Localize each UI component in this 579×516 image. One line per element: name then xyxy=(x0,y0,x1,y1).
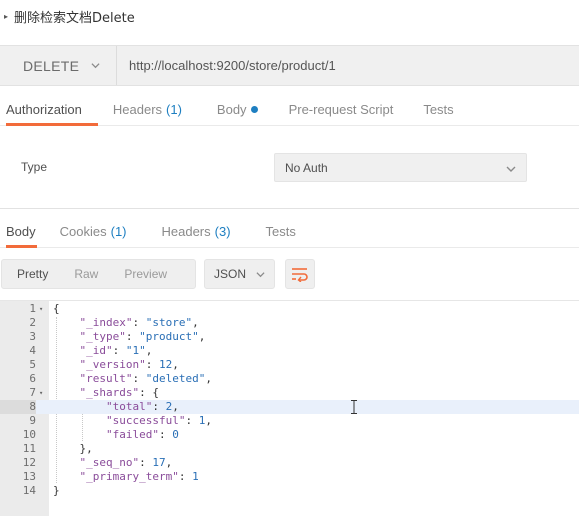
code-line: 11 }, xyxy=(0,442,579,456)
tab-label: Tests xyxy=(265,224,296,239)
code-text: "_shards": { xyxy=(79,386,159,399)
response-tab-body[interactable]: Body xyxy=(6,216,37,248)
tab-pre-request-script[interactable]: Pre-request Script xyxy=(289,94,394,125)
code-line: 12 "_seq_no": 17, xyxy=(0,456,579,470)
response-tabs: Body Cookies (1) Headers (3) Tests xyxy=(0,216,579,248)
url-bar: DELETE http://localhost:9200/store/produ… xyxy=(0,45,579,86)
tab-label: Tests xyxy=(423,102,454,117)
view-mode-group: Pretty Raw Preview xyxy=(1,259,196,289)
url-input[interactable]: http://localhost:9200/store/product/1 xyxy=(117,46,336,85)
line-number: 10 xyxy=(22,428,36,441)
line-number: 7 xyxy=(29,386,36,399)
tab-count-badge: (3) xyxy=(214,224,231,239)
code-text: "_version": 12, xyxy=(79,358,179,371)
request-title-row[interactable]: ▸ 删除检索文档Delete xyxy=(0,0,579,32)
code-text: "result": "deleted", xyxy=(79,372,212,385)
tab-label: Authorization xyxy=(6,102,82,117)
response-toolbar: Pretty Raw Preview JSON xyxy=(0,259,579,291)
tab-headers[interactable]: Headers (1) xyxy=(113,94,182,125)
code-text: "_id": "1", xyxy=(79,344,153,357)
line-number: 11 xyxy=(22,442,36,455)
auth-type-select[interactable]: No Auth xyxy=(274,153,527,182)
code-line: 9 "successful": 1, xyxy=(0,414,579,428)
wrap-lines-icon xyxy=(292,268,308,282)
code-line: 13 "_primary_term": 1 xyxy=(0,470,579,484)
code-text: "failed": 0 xyxy=(105,428,179,441)
code-line: 4 "_id": "1", xyxy=(0,344,579,358)
auth-type-value: No Auth xyxy=(285,160,328,175)
request-title: 删除检索文档Delete xyxy=(14,10,135,26)
code-text: "_seq_no": 17, xyxy=(79,456,173,469)
fold-arrow-icon[interactable]: ▾ xyxy=(39,386,47,400)
code-line: 6 "result": "deleted", xyxy=(0,372,579,386)
code-text: "_primary_term": 1 xyxy=(79,470,199,483)
active-tab-indicator xyxy=(6,245,37,248)
line-number: 9 xyxy=(29,414,36,427)
tab-tests[interactable]: Tests xyxy=(423,94,453,125)
tab-label: Cookies xyxy=(59,224,107,239)
line-number: 8 xyxy=(0,400,36,414)
line-number: 3 xyxy=(29,330,36,343)
tab-label: Body xyxy=(216,102,247,117)
code-line: 8 "total": 2, xyxy=(0,400,579,414)
section-divider xyxy=(0,208,579,209)
tab-label: Headers xyxy=(112,102,163,117)
code-line: 3 "_type": "product", xyxy=(0,330,579,344)
tab-count-badge: (1) xyxy=(166,102,182,117)
text-cursor-icon xyxy=(351,400,357,414)
code-line: 10 "failed": 0 xyxy=(0,428,579,442)
line-number: 6 xyxy=(29,372,36,385)
view-mode-raw[interactable]: Raw xyxy=(48,267,98,281)
chevron-down-icon xyxy=(91,63,100,69)
line-number: 12 xyxy=(22,456,36,469)
tab-label: Pre-request Script xyxy=(288,102,394,117)
code-text: "total": 2, xyxy=(105,400,179,413)
code-line: 1 ▾ { xyxy=(0,302,579,316)
response-tab-headers[interactable]: Headers (3) xyxy=(162,216,231,247)
code-line: 5 "_version": 12, xyxy=(0,358,579,372)
response-tab-cookies[interactable]: Cookies (1) xyxy=(60,216,127,247)
code-line: 7 ▾ "_shards": { xyxy=(0,386,579,400)
active-tab-indicator xyxy=(6,123,98,126)
format-label: JSON xyxy=(214,267,247,281)
tab-body[interactable]: Body xyxy=(217,94,258,125)
code-text: "successful": 1, xyxy=(105,414,212,427)
response-body-editor[interactable]: 1 ▾{2 "_index": "store", 3 "_type": "produ… xyxy=(0,300,579,516)
line-number: 14 xyxy=(22,484,36,497)
fold-arrow-icon[interactable]: ▾ xyxy=(39,302,47,316)
wrap-lines-button[interactable] xyxy=(285,259,315,289)
response-tab-tests[interactable]: Tests xyxy=(266,216,296,247)
line-number: 13 xyxy=(22,470,36,483)
code-text: } xyxy=(53,484,60,497)
tab-label: Body xyxy=(6,224,36,239)
view-mode-preview[interactable]: Preview xyxy=(98,267,167,281)
code-line: 2 "_index": "store", xyxy=(0,316,579,330)
line-number: 2 xyxy=(29,316,36,329)
chevron-down-icon xyxy=(506,166,516,172)
method-label: DELETE xyxy=(23,57,80,74)
modified-dot-icon xyxy=(250,106,258,113)
request-tabs: Authorization Headers (1) Body Pre-request S… xyxy=(0,94,579,126)
method-select[interactable]: DELETE xyxy=(0,46,117,85)
collapse-caret-icon[interactable]: ▸ xyxy=(4,12,8,21)
code-text: "_index": "store", xyxy=(79,316,199,329)
view-mode-pretty[interactable]: Pretty xyxy=(2,267,48,281)
chevron-down-icon xyxy=(256,271,265,277)
tab-authorization[interactable]: Authorization xyxy=(6,94,98,126)
tab-count-badge: (1) xyxy=(110,224,127,239)
tab-label: Headers xyxy=(161,224,211,239)
line-number: 4 xyxy=(29,344,36,357)
format-select[interactable]: JSON xyxy=(204,259,275,289)
code-line: 14} xyxy=(0,484,579,498)
code-text: }, xyxy=(53,442,93,455)
line-number: 1 xyxy=(29,302,36,315)
code-text: "_type": "product", xyxy=(79,330,206,343)
auth-type-label: Type xyxy=(21,160,48,174)
line-number: 5 xyxy=(29,358,36,371)
code-text: { xyxy=(53,302,60,315)
